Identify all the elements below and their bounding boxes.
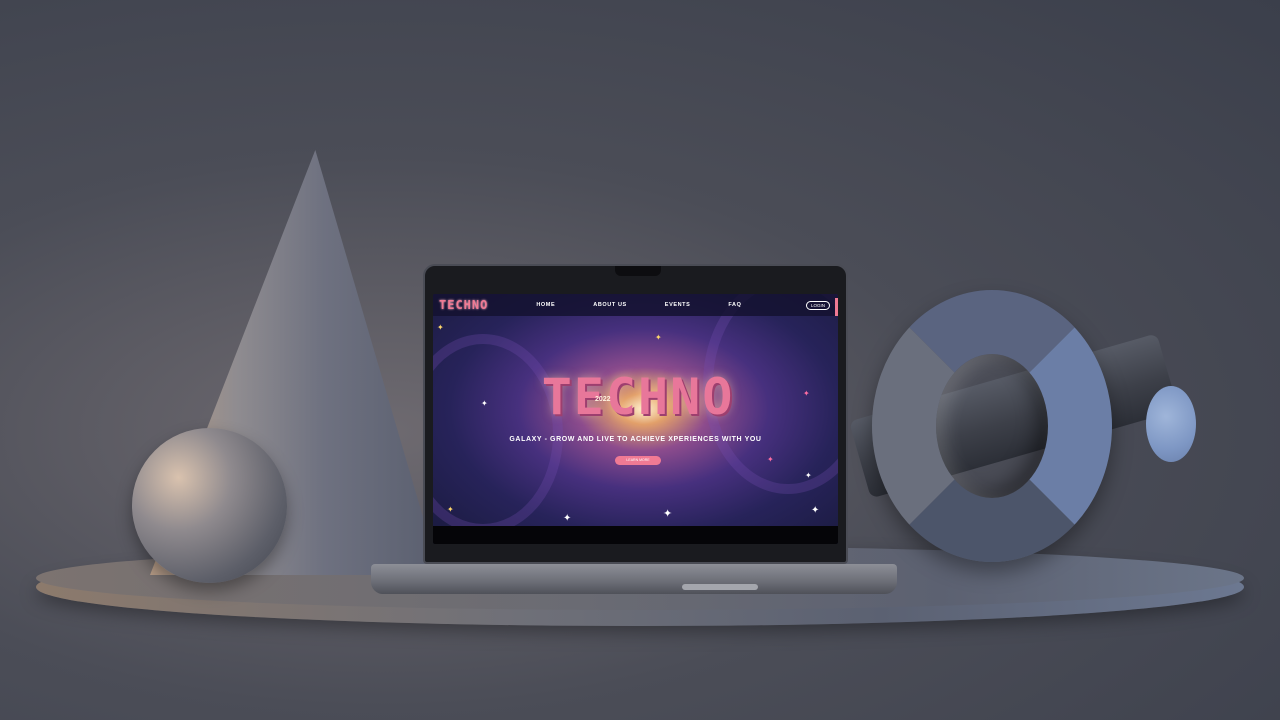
sparkle-star-icon: ✦ [805, 471, 812, 480]
torus-shape [872, 290, 1112, 562]
camera-notch [615, 266, 661, 276]
sparkle-star-icon: ✦ [437, 323, 444, 332]
nebula-swirl [433, 334, 563, 534]
learn-more-button[interactable]: LEARN MORE [615, 456, 661, 465]
laptop-lid: TECHNO HOME ABOUT US EVENTS FAQ LOGIN ✦ … [423, 264, 848, 564]
sparkle-star-icon: ✦ [447, 505, 454, 514]
sparkle-star-icon: ✦ [811, 505, 820, 516]
nav-home[interactable]: HOME [536, 302, 555, 308]
sparkle-star-icon: ✦ [563, 513, 572, 524]
nav-about-us[interactable]: ABOUT US [593, 302, 627, 308]
nav-links: HOME ABOUT US EVENTS FAQ [536, 302, 741, 308]
laptop-screen: TECHNO HOME ABOUT US EVENTS FAQ LOGIN ✦ … [433, 294, 838, 544]
login-button[interactable]: LOGIN [805, 300, 830, 310]
hero-title: TECHNO [541, 368, 735, 426]
hero-subtitle: GALAXY - GROW AND LIVE TO ACHIEVE XPERIE… [509, 436, 762, 443]
trackpad-notch [682, 584, 758, 590]
screen-bezel-bottom [433, 526, 838, 544]
sparkle-star-icon: ✦ [481, 399, 488, 408]
mockup-scene: TECHNO HOME ABOUT US EVENTS FAQ LOGIN ✦ … [0, 0, 1280, 720]
sphere-shape [132, 428, 287, 583]
site-logo[interactable]: TECHNO [439, 298, 488, 312]
hero-year: 2022 [595, 396, 611, 403]
sparkle-star-icon: ✦ [803, 389, 810, 398]
nav-events[interactable]: EVENTS [665, 302, 691, 308]
site-navbar: TECHNO HOME ABOUT US EVENTS FAQ LOGIN [433, 294, 838, 316]
nav-faq[interactable]: FAQ [728, 302, 741, 308]
sparkle-star-icon: ✦ [655, 333, 662, 342]
cylinder-cap-shape [1146, 386, 1196, 462]
laptop-base [371, 564, 897, 594]
sparkle-star-icon: ✦ [767, 455, 774, 464]
scrollbar[interactable] [835, 298, 838, 316]
sparkle-star-icon: ✦ [663, 507, 673, 520]
